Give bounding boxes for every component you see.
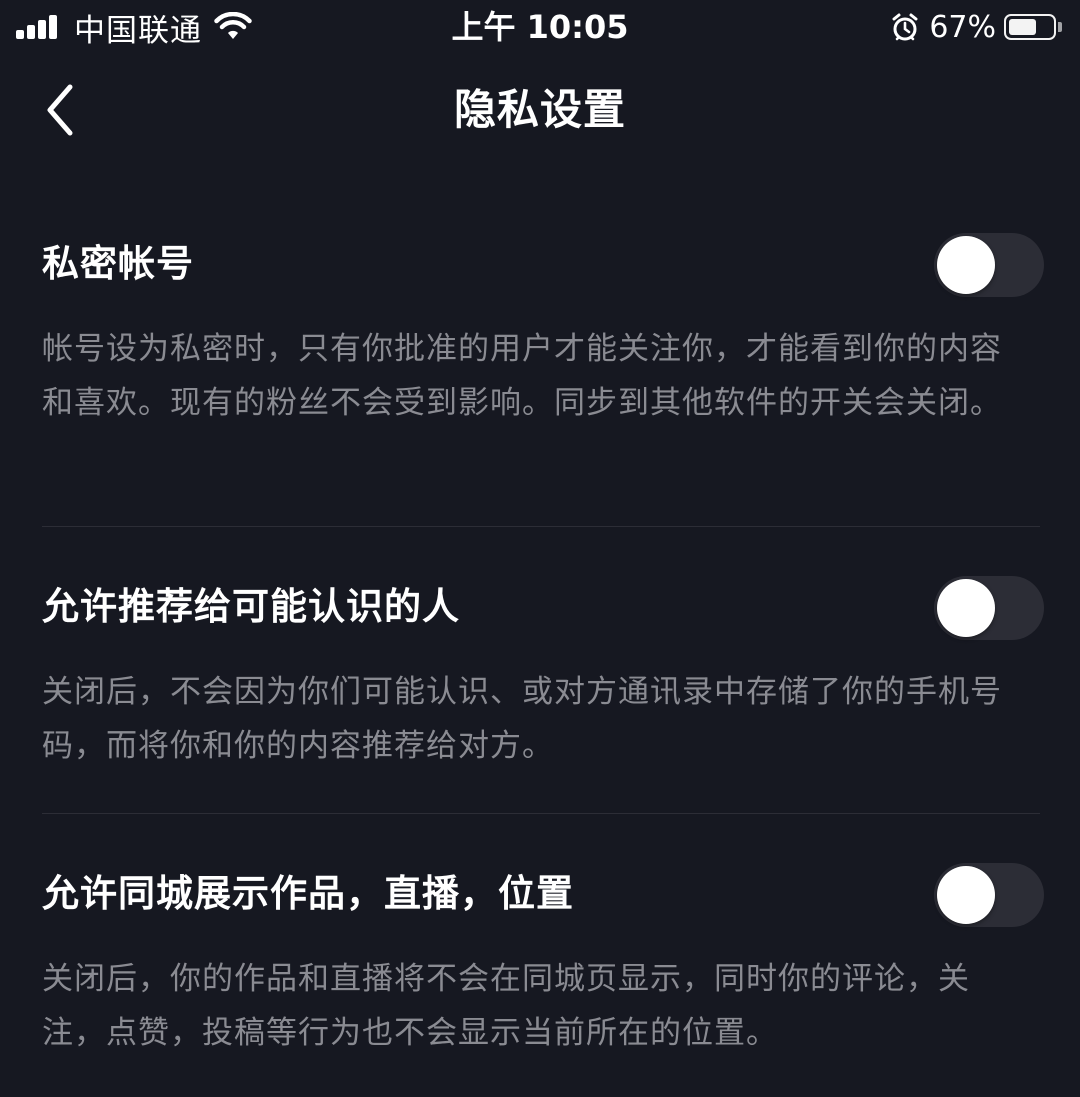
setting-local-display: 允许同城展示作品，直播，位置 关闭后，你的作品和直播将不会在同城页显示，同时你的… xyxy=(42,814,1044,1060)
setting-title: 允许同城展示作品，直播，位置 xyxy=(42,872,574,915)
status-bar-right: 67% xyxy=(891,8,1062,46)
page-title: 隐私设置 xyxy=(453,85,626,134)
battery-cap xyxy=(1058,22,1062,32)
toggle-knob xyxy=(937,866,995,924)
setting-title: 允许推荐给可能认识的人 xyxy=(42,585,460,628)
setting-description: 关闭后，不会因为你们可能认识、或对方通讯录中存储了你的手机号码，而将你和你的内容… xyxy=(42,674,1002,764)
battery-percent: 67% xyxy=(929,9,996,45)
status-bar: 中国联通 上午 10:05 67% xyxy=(0,0,1080,54)
setting-title: 私密帐号 xyxy=(42,242,194,285)
battery-level-fill xyxy=(1009,19,1036,35)
setting-description: 关闭后，你的作品和直播将不会在同城页显示，同时你的评论，关注，点赞，投稿等行为也… xyxy=(42,961,970,1051)
private-account-toggle[interactable] xyxy=(934,233,1044,297)
battery-icon xyxy=(1004,14,1056,40)
recommend-toggle[interactable] xyxy=(934,576,1044,640)
setting-description: 帐号设为私密时，只有你批准的用户才能关注你，才能看到你的内容和喜欢。现有的粉丝不… xyxy=(42,331,1002,421)
settings-list: 私密帐号 帐号设为私密时，只有你批准的用户才能关注你，才能看到你的内容和喜欢。现… xyxy=(42,230,1044,1060)
toggle-knob xyxy=(937,236,995,294)
alarm-icon xyxy=(891,12,919,42)
setting-row: 私密帐号 xyxy=(42,230,1044,300)
setting-private-account: 私密帐号 帐号设为私密时，只有你批准的用户才能关注你，才能看到你的内容和喜欢。现… xyxy=(42,230,1044,526)
setting-recommend-to-acquaintances: 允许推荐给可能认识的人 关闭后，不会因为你们可能认识、或对方通讯录中存储了你的手… xyxy=(42,527,1044,813)
setting-row: 允许推荐给可能认识的人 xyxy=(42,573,1044,643)
setting-row: 允许同城展示作品，直播，位置 xyxy=(42,860,1044,930)
toggle-knob xyxy=(937,579,995,637)
nav-bar: 隐私设置 xyxy=(0,60,1080,160)
local-display-toggle[interactable] xyxy=(934,863,1044,927)
